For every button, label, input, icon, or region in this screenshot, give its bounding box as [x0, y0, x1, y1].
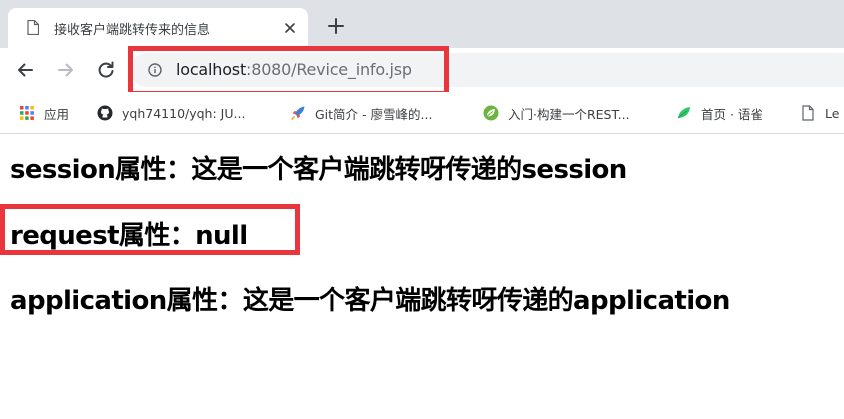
page-icon: [802, 105, 814, 121]
bookmark-apps[interactable]: 应用: [19, 103, 69, 123]
yuque-bird-icon: [677, 107, 690, 119]
page-content: session属性：这是一个客户端跳转呀传递的session request属性…: [0, 135, 844, 419]
bookmarks-bar: 应用 yqh74110/yqh: JU... Git简介 - 廖雪峰的... 入…: [0, 92, 844, 134]
bookmark-yuque[interactable]: 首页 · 语雀: [676, 103, 763, 123]
bookmark-spring-rest[interactable]: 入门·构建一个REST...: [483, 103, 630, 123]
close-icon[interactable]: [281, 19, 299, 37]
plus-icon[interactable]: [326, 16, 346, 36]
bookmark-label: Git简介 - 廖雪峰的...: [315, 106, 433, 122]
bookmark-label: 应用: [44, 106, 70, 122]
apps-grid-icon: [20, 106, 34, 120]
request-highlight-box: [0, 204, 300, 255]
arrow-right-icon[interactable]: [56, 60, 76, 80]
page-icon: [27, 20, 39, 35]
tab-title: 接收客户端跳转传来的信息: [54, 23, 211, 38]
spring-leaf-icon: [483, 105, 499, 121]
active-tab[interactable]: 接收客户端跳转传来的信息: [8, 8, 308, 48]
github-icon: [97, 105, 113, 121]
tab-strip: 接收客户端跳转传来的信息: [0, 0, 844, 48]
bookmark-label: 入门·构建一个REST...: [508, 106, 630, 122]
reload-icon[interactable]: [96, 60, 116, 80]
session-attribute-line: session属性：这是一个客户端跳转呀传递的session: [10, 155, 627, 185]
bookmark-github[interactable]: yqh74110/yqh: JU...: [97, 103, 245, 123]
bookmark-label: 首页 · 语雀: [701, 106, 763, 122]
arrow-left-icon[interactable]: [15, 60, 35, 80]
application-attribute-line: application属性：这是一个客户端跳转呀传递的application: [10, 286, 730, 316]
bookmark-le[interactable]: Le: [800, 103, 839, 123]
rocket-icon: [291, 106, 305, 120]
bookmark-label: yqh74110/yqh: JU...: [122, 105, 246, 121]
url-highlight-box: [128, 46, 449, 96]
bookmark-git-intro[interactable]: Git简介 - 廖雪峰的...: [290, 103, 432, 123]
bookmark-label: Le: [825, 105, 840, 121]
